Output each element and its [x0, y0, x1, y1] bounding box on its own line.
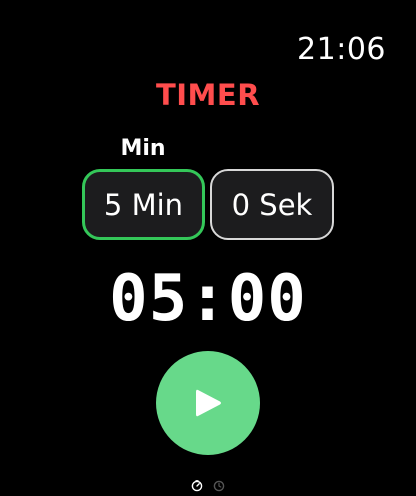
minutes-value: 5 Min	[103, 187, 184, 222]
status-time: 21:06	[297, 32, 386, 67]
page-dot-timer[interactable]	[190, 479, 204, 493]
minutes-picker[interactable]: 5 Min	[82, 169, 205, 240]
page-title: TIMER	[155, 78, 261, 112]
page-dot-clock[interactable]	[212, 479, 226, 493]
timer-icon	[191, 480, 203, 492]
play-icon	[196, 389, 221, 417]
seconds-value: 0 Sek	[231, 187, 313, 222]
picker-focus-label: Min	[120, 136, 166, 161]
countdown-display: 05:00	[109, 262, 307, 336]
play-button[interactable]	[156, 351, 260, 455]
clock-icon	[213, 480, 225, 492]
seconds-picker[interactable]: 0 Sek	[210, 169, 334, 240]
page-indicator	[190, 478, 226, 494]
